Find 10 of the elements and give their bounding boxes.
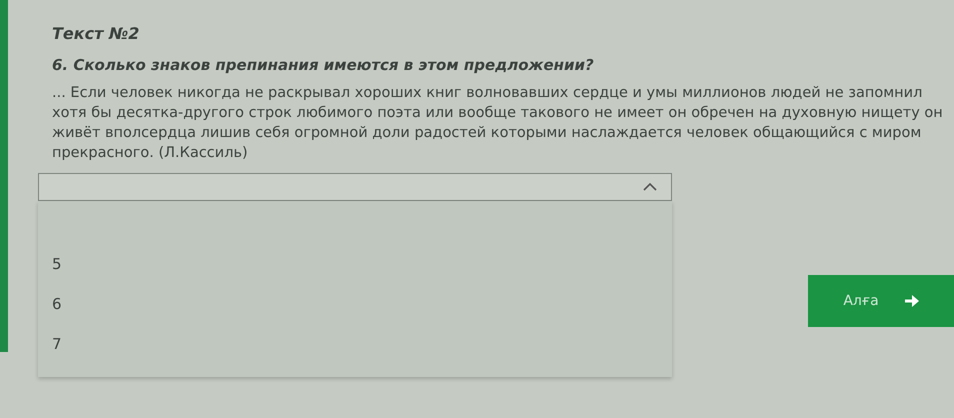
- passage-text: ... Если человек никогда не раскрывал хороших книг волновавших сердце и умы миллионов людей не запомнил хотя бы десятка-другого строк любимого поэта или вообще такового не имеет он обречен на духовную нищету он живёт вполсердца лишив себя огромной доли радостей которыми наслаждается человек общающийся с миром прекрасного. (Л.Кассиль): [52, 84, 944, 162]
- dropdown-option[interactable]: 6: [38, 286, 672, 326]
- heading: Текст №2: [52, 23, 140, 45]
- dropdown-option[interactable]: 5: [38, 246, 672, 286]
- question-text: 6. Сколько знаков препинания имеются в этом предложении?: [52, 55, 595, 76]
- dropdown-option[interactable]: 7: [38, 326, 672, 366]
- arrow-right-icon: [904, 295, 919, 307]
- caret-icon: [643, 182, 657, 191]
- answer-dropdown[interactable]: [38, 172, 672, 200]
- next-button[interactable]: Алға: [808, 275, 954, 327]
